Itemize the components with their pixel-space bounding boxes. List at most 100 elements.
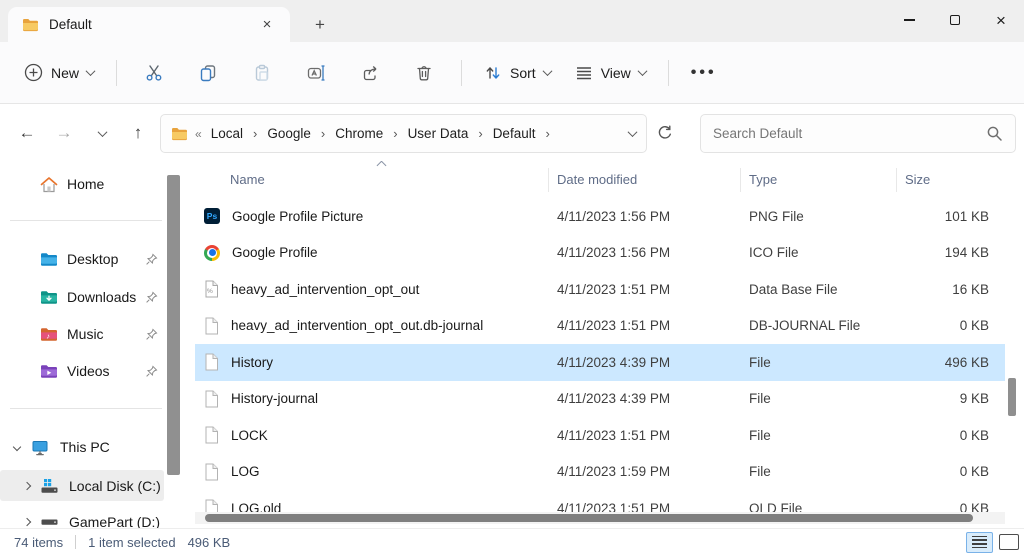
- back-button[interactable]: ←: [12, 119, 42, 147]
- sort-button[interactable]: Sort: [472, 54, 563, 92]
- copy-button[interactable]: [186, 54, 230, 92]
- downloads-folder-icon: [40, 290, 58, 305]
- search-input[interactable]: [713, 126, 986, 141]
- horizontal-scrollbar[interactable]: [195, 512, 1005, 524]
- chevron-down-icon[interactable]: [12, 442, 22, 452]
- share-button[interactable]: [348, 54, 392, 92]
- table-row-heavy-ad-intervention-opt-out-db-journal[interactable]: heavy_ad_intervention_opt_out.db-journal…: [195, 308, 1005, 345]
- folder-icon: [171, 127, 188, 141]
- breadcrumb-overflow[interactable]: «: [195, 127, 202, 141]
- file-date: 4/11/2023 1:51 PM: [557, 427, 671, 443]
- sidebar-item-label: Videos: [67, 363, 110, 379]
- column-header-size[interactable]: Size: [896, 172, 1005, 187]
- navigation-pane: Home Desktop Downloads ♪ Music Videos Th…: [0, 161, 186, 528]
- table-row-log[interactable]: LOG 4/11/2023 1:59 PM File 0 KB: [195, 454, 1005, 491]
- recent-locations-button[interactable]: [87, 119, 117, 147]
- file-date: 4/11/2023 4:39 PM: [557, 391, 671, 407]
- vertical-scrollbar-thumb[interactable]: [1008, 378, 1016, 416]
- file-name: History-journal: [231, 391, 319, 407]
- delete-button[interactable]: [402, 54, 446, 92]
- file-date: 4/11/2023 1:59 PM: [557, 464, 671, 480]
- pin-icon: [145, 253, 158, 266]
- file-size: 101 KB: [944, 208, 989, 224]
- pin-icon: [145, 291, 158, 304]
- breadcrumb-local[interactable]: Local: [209, 124, 245, 143]
- file-name: LOG.old: [231, 500, 282, 512]
- large-thumbnails-view-toggle[interactable]: [999, 534, 1019, 550]
- toolbar-divider: [667, 59, 669, 86]
- sidebar-item-videos[interactable]: Videos: [0, 356, 186, 386]
- copy-icon: [199, 64, 217, 82]
- file-size: 0 KB: [959, 318, 989, 334]
- chevron-right-icon[interactable]: [22, 481, 32, 490]
- forward-button[interactable]: →: [49, 119, 79, 147]
- sidebar-item-music[interactable]: ♪ Music: [0, 319, 186, 349]
- details-view-toggle[interactable]: [966, 531, 993, 553]
- minimize-button[interactable]: [886, 0, 932, 40]
- chevron-right-icon[interactable]: [22, 517, 32, 527]
- table-row-heavy-ad-intervention-opt-out[interactable]: % heavy_ad_intervention_opt_out 4/11/2023…: [195, 271, 1005, 308]
- see-more-button[interactable]: •••: [679, 54, 729, 92]
- new-tab-button[interactable]: +: [306, 13, 334, 37]
- column-divider[interactable]: [740, 168, 741, 192]
- circle-plus-icon: [24, 63, 43, 82]
- table-row-history-selected[interactable]: History 4/11/2023 4:39 PM File 496 KB: [195, 344, 1005, 381]
- file-date: 4/11/2023 1:51 PM: [557, 318, 671, 334]
- table-row-history-journal[interactable]: History-journal 4/11/2023 4:39 PM File 9…: [195, 381, 1005, 418]
- view-button-label: View: [600, 64, 631, 81]
- folder-icon: [22, 18, 39, 32]
- file-icon: [204, 317, 219, 335]
- close-icon: ×: [996, 10, 1006, 30]
- column-header-name[interactable]: Name: [195, 172, 548, 187]
- vertical-scrollbar[interactable]: [1007, 161, 1017, 512]
- tab-default[interactable]: Default ×: [8, 7, 290, 42]
- file-type: Data Base File: [749, 281, 838, 297]
- maximize-button[interactable]: [932, 0, 978, 40]
- table-row-log-old[interactable]: LOG.old 4/11/2023 1:51 PM OLD File 0 KB: [195, 490, 1005, 512]
- close-button[interactable]: ×: [978, 0, 1024, 40]
- new-button[interactable]: New: [12, 54, 106, 92]
- up-button[interactable]: ↑: [123, 119, 153, 147]
- breadcrumb-separator: ›: [252, 126, 258, 141]
- column-header-type[interactable]: Type: [740, 172, 896, 187]
- column-header-date-modified[interactable]: Date modified: [548, 172, 740, 187]
- status-divider: [75, 535, 77, 549]
- sidebar-item-gamepart-d[interactable]: GamePart (D:): [0, 507, 186, 528]
- search-box: [700, 114, 1016, 153]
- cut-button[interactable]: [132, 54, 176, 92]
- table-row-google-profile[interactable]: Google Profile 4/11/2023 1:56 PM ICO Fil…: [195, 235, 1005, 272]
- view-button[interactable]: View: [563, 54, 658, 92]
- breadcrumb-user-data[interactable]: User Data: [406, 124, 471, 143]
- sidebar-scrollbar[interactable]: [167, 175, 180, 475]
- breadcrumb-chrome[interactable]: Chrome: [333, 124, 385, 143]
- sidebar-item-label: Downloads: [67, 289, 137, 305]
- file-name: LOG: [231, 464, 260, 480]
- sidebar-item-desktop[interactable]: Desktop: [0, 244, 186, 274]
- horizontal-scrollbar-thumb[interactable]: [205, 514, 973, 522]
- address-dropdown-chevron-icon[interactable]: [627, 127, 638, 138]
- tab-close-icon[interactable]: ×: [254, 13, 280, 37]
- sidebar-item-label: Desktop: [67, 251, 119, 267]
- tab-title: Default: [49, 17, 92, 32]
- column-divider[interactable]: [896, 168, 897, 192]
- file-rows: Ps Google Profile Picture 4/11/2023 1:56 …: [195, 198, 1005, 512]
- selection-count: 1 item selected: [88, 534, 176, 550]
- sidebar-item-home[interactable]: Home: [0, 169, 186, 199]
- file-name: heavy_ad_intervention_opt_out: [231, 281, 420, 297]
- table-row-lock[interactable]: LOCK 4/11/2023 1:51 PM File 0 KB: [195, 417, 1005, 454]
- breadcrumb-google[interactable]: Google: [265, 124, 313, 143]
- paste-button[interactable]: [240, 54, 284, 92]
- this-pc-icon: [31, 439, 49, 456]
- sidebar-item-local-disk-c[interactable]: Local Disk (C:): [0, 470, 164, 501]
- refresh-button[interactable]: [656, 119, 686, 147]
- table-row-google-profile-picture[interactable]: Ps Google Profile Picture 4/11/2023 1:56 …: [195, 198, 1005, 235]
- sidebar-item-this-pc[interactable]: This PC: [0, 432, 186, 462]
- music-folder-icon: ♪: [40, 327, 58, 342]
- file-size: 194 KB: [944, 245, 989, 261]
- address-bar[interactable]: « Local › Google › Chrome › User Data › …: [160, 114, 647, 153]
- breadcrumb-default[interactable]: Default: [491, 124, 538, 143]
- address-row: ← → ↑ « Local › Google › Chrome › User D…: [0, 105, 1024, 161]
- rename-button[interactable]: [294, 54, 338, 92]
- sidebar-item-downloads[interactable]: Downloads: [0, 282, 186, 312]
- column-divider[interactable]: [548, 168, 549, 192]
